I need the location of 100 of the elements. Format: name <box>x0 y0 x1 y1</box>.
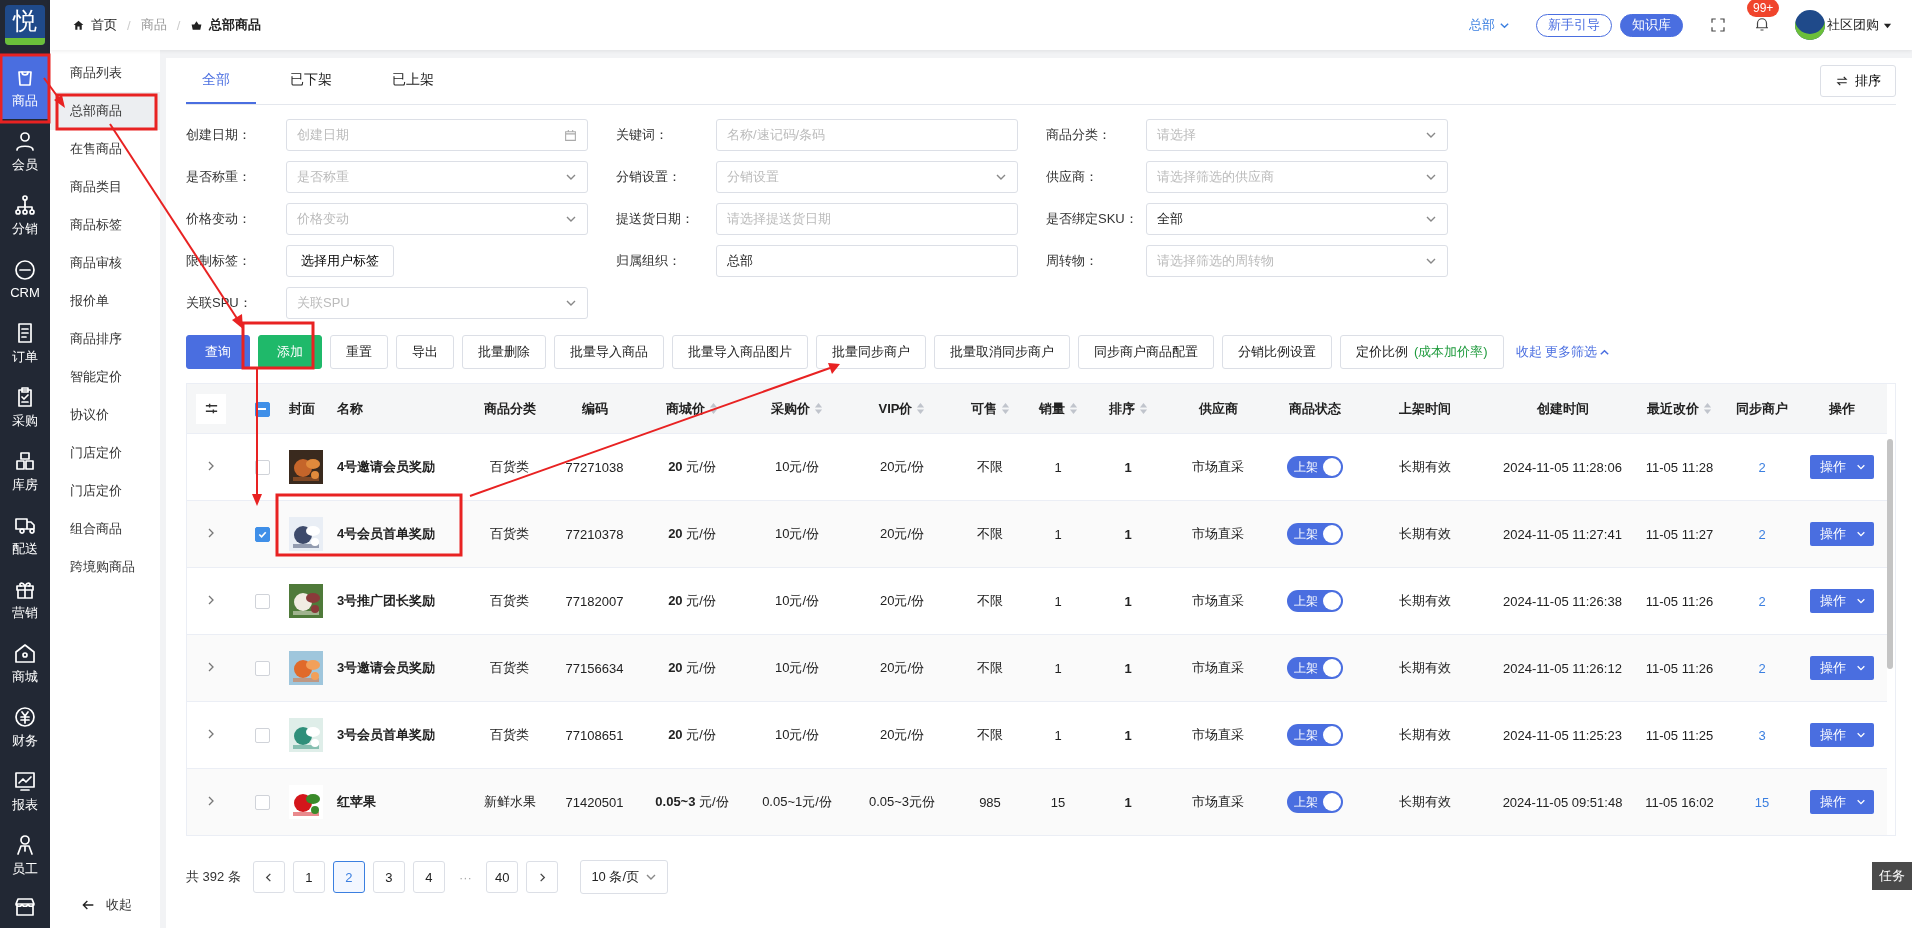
submenu-item[interactable]: 智能定价 <box>50 358 160 396</box>
sync-count-link[interactable]: 2 <box>1758 526 1766 542</box>
action-button[interactable]: 批量同步商户 <box>816 335 926 369</box>
nav-item[interactable]: 采购 <box>0 375 50 439</box>
table-cell: 0.05~3 元/份 <box>637 768 747 835</box>
row-checkbox[interactable] <box>254 594 270 610</box>
table-cell: 20 元/份 <box>637 500 747 568</box>
breadcrumb-link[interactable]: 首页 <box>91 16 117 34</box>
app-logo: 悦 <box>5 5 45 45</box>
fullscreen-icon[interactable] <box>1709 16 1727 34</box>
status-toggle[interactable]: 上架 <box>1287 590 1343 612</box>
submenu-item[interactable]: 报价单 <box>50 282 160 320</box>
action-button[interactable]: 同步商户商品配置 <box>1078 335 1214 369</box>
table-cell: 百货类 <box>467 500 552 568</box>
input-field[interactable]: 总部 <box>716 245 1018 277</box>
sync-count-link[interactable]: 2 <box>1758 660 1766 676</box>
action-button[interactable]: 批量导入商品图片 <box>672 335 808 369</box>
guide-button[interactable]: 新手引导 <box>1536 13 1612 37</box>
avatar[interactable] <box>1795 10 1825 40</box>
page-ellipsis: ··· <box>457 869 473 885</box>
action-button[interactable]: 分销比例设置 <box>1222 335 1332 369</box>
page-size-select[interactable]: 10 条/页 <box>580 860 669 894</box>
store-icon[interactable] <box>13 895 37 919</box>
submenu-item[interactable]: 商品标签 <box>50 206 160 244</box>
operation-dropdown[interactable]: 操作 <box>1810 589 1874 613</box>
submenu-item[interactable]: 跨境购商品 <box>50 548 160 586</box>
nav-item[interactable]: 报表 <box>0 759 50 823</box>
operation-dropdown[interactable]: 操作 <box>1810 656 1874 680</box>
action-button[interactable]: 批量删除 <box>462 335 546 369</box>
submenu-item[interactable]: 商品审核 <box>50 244 160 282</box>
nav-item[interactable]: 配送 <box>0 503 50 567</box>
status-toggle[interactable]: 上架 <box>1287 657 1343 679</box>
operation-dropdown[interactable]: 操作 <box>1810 522 1874 546</box>
status-toggle[interactable]: 上架 <box>1287 456 1343 478</box>
tab[interactable]: 已上架 <box>376 58 460 104</box>
nav-item[interactable]: 员工 <box>0 823 50 887</box>
sync-count-link[interactable]: 2 <box>1758 593 1766 609</box>
nav-icon <box>13 258 37 282</box>
nav-item[interactable]: 分销 <box>0 183 50 247</box>
status-toggle[interactable]: 上架 <box>1287 523 1343 545</box>
notification-badge: 99+ <box>1747 0 1780 17</box>
sync-count-link[interactable]: 3 <box>1758 727 1766 743</box>
sync-count-link[interactable]: 2 <box>1758 459 1766 475</box>
action-button[interactable]: 批量导入商品 <box>554 335 664 369</box>
nav-item[interactable]: 财务 <box>0 695 50 759</box>
select-field[interactable]: 全部 <box>1146 203 1448 235</box>
sync-count-link[interactable]: 15 <box>1754 794 1770 810</box>
page-button[interactable]: 2 <box>332 861 365 893</box>
submenu-item[interactable]: 商品类目 <box>50 168 160 206</box>
column-settings-icon[interactable] <box>196 393 226 424</box>
nav-item[interactable]: 商城 <box>0 631 50 695</box>
operation-dropdown[interactable]: 操作 <box>1810 790 1874 814</box>
operation-dropdown[interactable]: 操作 <box>1810 723 1874 747</box>
nav-item[interactable]: CRM <box>0 247 50 311</box>
breadcrumb-link[interactable]: 总部商品 <box>209 16 262 34</box>
page-button[interactable]: 3 <box>372 861 405 893</box>
sort-button[interactable]: 排序 <box>1820 65 1896 97</box>
submenu-item[interactable]: 商品排序 <box>50 320 160 358</box>
action-button[interactable]: 导出 <box>396 335 454 369</box>
status-toggle[interactable]: 上架 <box>1287 724 1343 746</box>
nav-item[interactable]: 会员 <box>0 119 50 183</box>
nav-item[interactable]: 营销 <box>0 567 50 631</box>
submenu-item[interactable]: 门店定价 <box>50 434 160 472</box>
row-checkbox[interactable] <box>254 795 270 811</box>
tag-select-button[interactable]: 选择用户标签 <box>286 245 394 277</box>
scrollbar[interactable] <box>1887 439 1893 669</box>
more-filters-link[interactable]: 收起 更多筛选 <box>1515 343 1611 361</box>
status-toggle[interactable]: 上架 <box>1287 791 1343 813</box>
user-menu[interactable]: 社区团购 <box>1827 16 1892 34</box>
collapse-button[interactable]: 收起 <box>50 896 160 928</box>
tab[interactable]: 已下架 <box>274 58 358 104</box>
submenu-item[interactable]: 商品列表 <box>50 54 160 92</box>
row-checkbox[interactable] <box>254 661 270 677</box>
sortable-column-header[interactable]: 商城价 <box>666 399 718 418</box>
action-button[interactable]: 定价比例 (成本加价率) <box>1340 335 1504 369</box>
action-button[interactable]: 批量取消同步商户 <box>934 335 1070 369</box>
page-button[interactable]: 4 <box>412 861 445 893</box>
submenu-item[interactable]: 协议价 <box>50 396 160 434</box>
table-cell: 10元/份 <box>747 500 847 568</box>
submenu-item[interactable]: 在售商品 <box>50 130 160 168</box>
operation-dropdown[interactable]: 操作 <box>1810 455 1874 479</box>
row-checkbox[interactable] <box>254 728 270 744</box>
sortable-column-header[interactable]: VIP价 <box>878 399 926 418</box>
column-header: 编码 <box>581 399 608 418</box>
page-button[interactable]: 1 <box>292 861 325 893</box>
sortable-column-header[interactable]: 采购价 <box>771 399 823 418</box>
nav-item[interactable]: 订单 <box>0 311 50 375</box>
action-button[interactable]: 重置 <box>330 335 388 369</box>
tab[interactable]: 全部 <box>186 58 256 104</box>
knowledge-button[interactable]: 知识库 <box>1620 13 1683 37</box>
org-switcher[interactable]: 总部 <box>1469 16 1510 34</box>
sort-icon[interactable] <box>709 402 718 415</box>
submenu-item[interactable]: 组合商品 <box>50 510 160 548</box>
task-tab[interactable]: 任务 <box>1872 862 1912 890</box>
page-button[interactable]: 40 <box>485 861 519 893</box>
nav-item[interactable]: 库房 <box>0 439 50 503</box>
action-button[interactable]: 查询 <box>186 335 250 369</box>
table-cell: 百货类 <box>467 634 552 702</box>
submenu-item[interactable]: 门店定价 <box>50 472 160 510</box>
row-checkbox[interactable] <box>254 527 270 543</box>
